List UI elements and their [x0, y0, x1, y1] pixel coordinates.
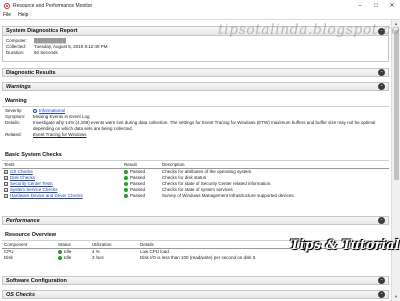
test-link[interactable]: Security Center Tests	[10, 181, 53, 186]
details-value: Investigate why 14% (4,169) events were …	[33, 120, 376, 131]
os-checks-title: OS Checks	[6, 291, 36, 298]
warning-box: Warning Severity: Informational Symptom: M…	[2, 96, 389, 148]
col-utilization: Utilization	[90, 241, 138, 249]
performance-title: Performance	[6, 217, 40, 224]
test-link[interactable]: OS Checks	[10, 169, 33, 174]
result-text: Passed	[130, 193, 146, 198]
warning-title: Warning	[2, 96, 389, 107]
result-text: Passed	[130, 181, 146, 186]
close-button[interactable]: ✕	[384, 2, 400, 9]
result-text: Passed	[130, 187, 146, 192]
basic-checks-title: Basic System Checks	[2, 150, 389, 161]
warnings-section[interactable]: Warnings ⌃	[2, 82, 389, 91]
os-checks-section[interactable]: OS Checks ⌃	[2, 290, 389, 299]
menu-bar: File Help	[0, 11, 400, 20]
menu-help[interactable]: Help	[18, 12, 28, 18]
maximize-button[interactable]: □	[368, 3, 384, 9]
duration-label: Duration:	[6, 50, 25, 55]
expand-icon[interactable]: +	[4, 193, 8, 198]
minimize-button[interactable]: –	[352, 3, 368, 9]
related-link[interactable]: Event Tracing for Windows	[33, 132, 389, 138]
window-title: Resource and Performance Monitor	[13, 2, 93, 9]
report-title: System Diagnostics Report	[6, 28, 78, 34]
passed-icon	[124, 187, 128, 192]
software-config-section[interactable]: Software Configuration ⌃	[2, 276, 389, 285]
passed-icon	[124, 175, 128, 180]
scroll-down-icon[interactable]: ▼	[392, 293, 400, 301]
status-icon	[58, 255, 62, 260]
collapse-icon[interactable]: ⌃	[378, 291, 385, 298]
collapse-icon[interactable]: ⌃	[378, 83, 385, 90]
table-row: + Hardware Device and Driver Checks Passed…	[2, 193, 389, 199]
performance-section[interactable]: Performance ⌃	[2, 216, 389, 225]
expand-icon[interactable]: +	[4, 170, 8, 175]
basic-checks-table: Tests Result Description + OS Checks Passe…	[2, 161, 389, 199]
scroll-thumb[interactable]	[394, 30, 399, 180]
watermark-bottom: Tips & Tutorial	[290, 238, 400, 253]
title-bar: Resource and Performance Monitor – □ ✕	[0, 0, 400, 11]
desc-text: Survey of Windows Management Infrastruct…	[162, 193, 295, 198]
col-description: Description	[160, 161, 389, 169]
result-text: Passed	[130, 169, 146, 175]
col-component: Component	[2, 241, 56, 249]
software-title: Software Configuration	[6, 277, 67, 284]
basic-checks: Basic System Checks Tests Result Descrip…	[2, 150, 389, 210]
collapse-icon[interactable]: ⌃	[378, 217, 385, 224]
collapse-icon[interactable]: ⌃	[378, 69, 385, 76]
expand-icon[interactable]: +	[4, 187, 8, 192]
details-label: Details:	[5, 120, 21, 125]
col-status: Status	[56, 241, 90, 249]
passed-icon	[124, 170, 128, 175]
table-row: Disk Idle 3 /sec Disk I/O is less than 100 …	[2, 255, 389, 261]
test-link[interactable]: System Service Checks	[10, 187, 58, 192]
status-text: Idle	[64, 249, 72, 255]
expand-icon[interactable]: +	[4, 175, 8, 180]
warnings-title: Warnings	[6, 83, 31, 90]
severity-link[interactable]: Informational	[39, 108, 65, 113]
diag-results-title: Diagnostic Results	[6, 69, 56, 76]
passed-icon	[124, 181, 128, 186]
related-label: Related:	[5, 132, 22, 137]
vertical-scrollbar[interactable]: ▲ ▼	[391, 20, 400, 301]
test-link[interactable]: Hardware Device and Driver Checks	[10, 193, 83, 198]
test-link[interactable]: Disk Checks	[10, 175, 35, 180]
collapse-icon[interactable]: ⌃	[378, 277, 385, 284]
component-text: Disk	[4, 255, 13, 260]
result-text: Passed	[130, 175, 146, 180]
passed-icon	[124, 193, 128, 198]
duration-value: 60 Seconds	[34, 50, 58, 55]
menu-file[interactable]: File	[3, 12, 11, 18]
col-result: Result	[122, 161, 160, 169]
status-text: Idle	[64, 255, 72, 260]
utilization-text: 3 /sec	[92, 255, 105, 260]
diagnostic-results[interactable]: Diagnostic Results ⌃	[2, 68, 389, 77]
status-icon	[58, 250, 62, 255]
col-tests: Tests	[2, 161, 122, 169]
info-icon	[33, 108, 37, 113]
expand-icon[interactable]: +	[4, 181, 8, 186]
details-text: Disk I/O is less than 100 (read/write) p…	[140, 255, 257, 260]
watermark-top: tipsotalinda.blogspot.co	[218, 22, 400, 38]
app-icon	[4, 2, 10, 9]
